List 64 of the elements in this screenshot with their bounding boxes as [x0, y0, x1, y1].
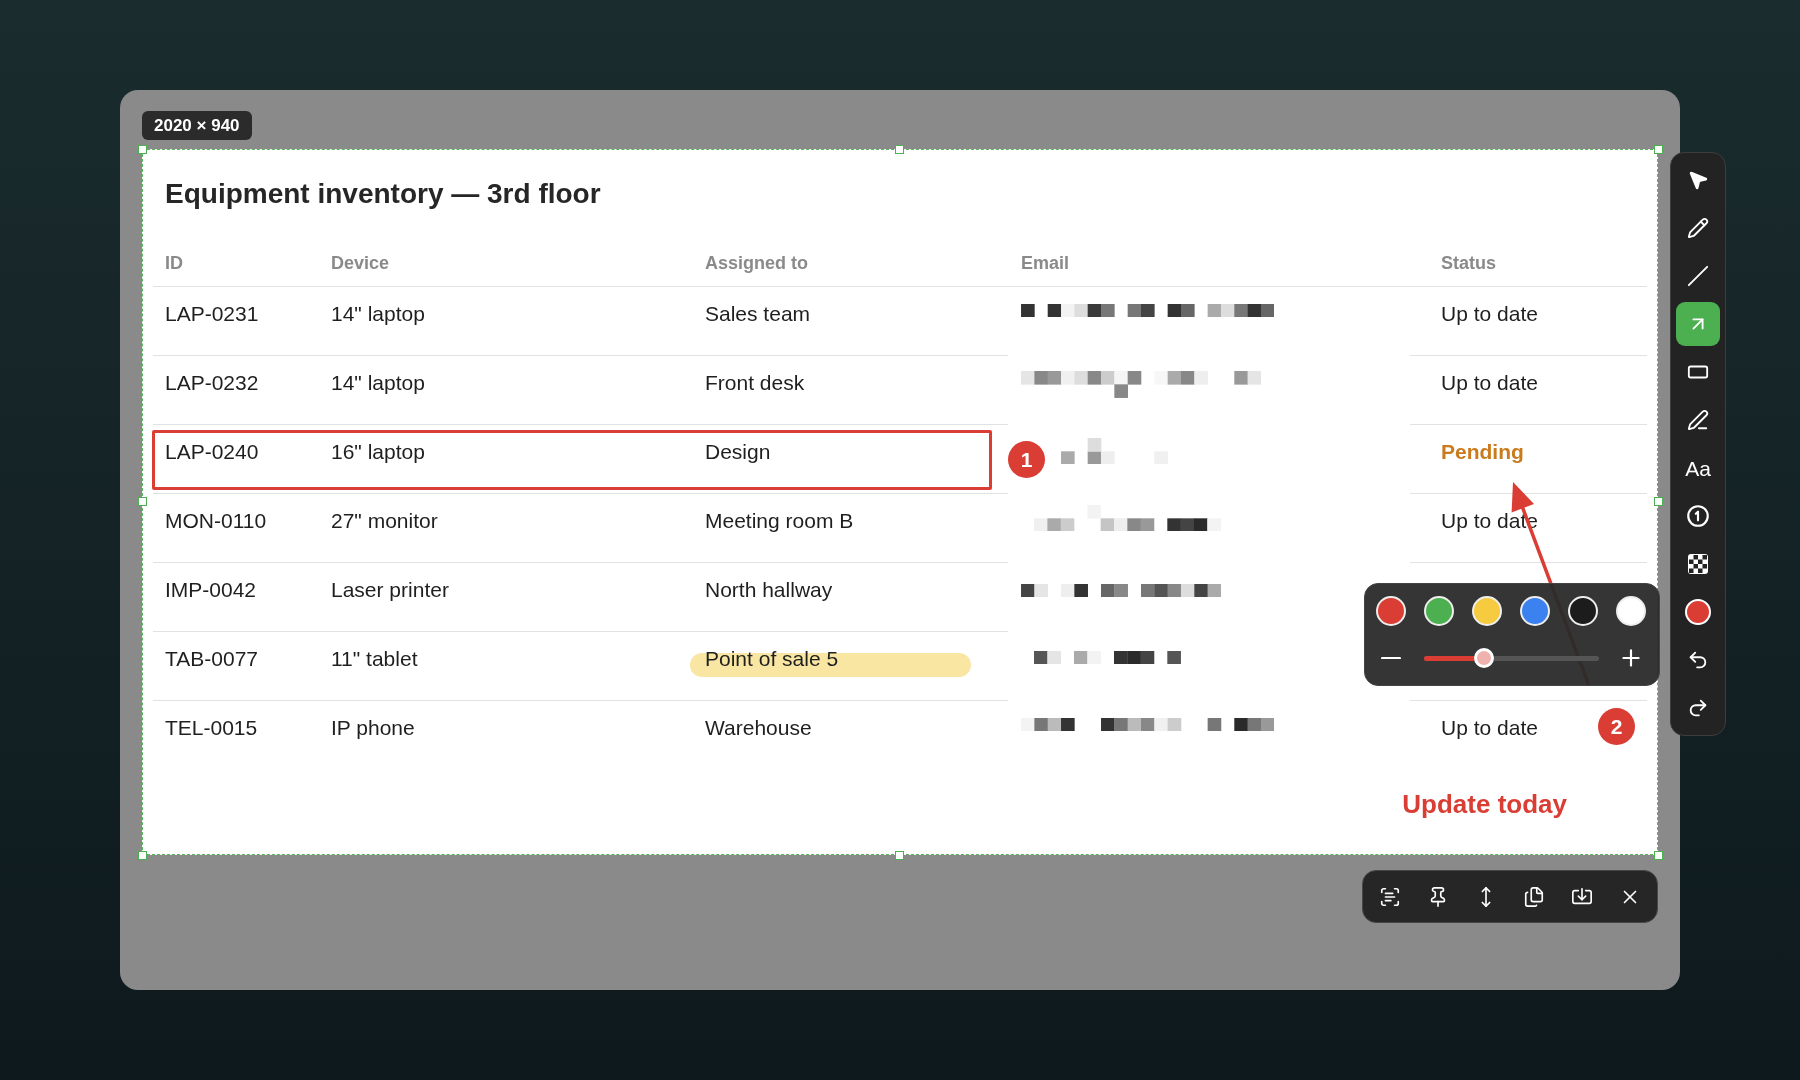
column-header: ID: [165, 253, 183, 273]
pen-icon: [1687, 409, 1709, 431]
color-swatch[interactable]: [1424, 596, 1454, 626]
resize-handle[interactable]: [895, 850, 904, 860]
asset-id: LAP-0231: [165, 302, 259, 325]
color-swatch[interactable]: [1520, 596, 1550, 626]
assignee-name: Front desk: [705, 371, 805, 394]
assignee-name: Meeting room B: [705, 509, 854, 532]
stroke-size-slider[interactable]: [1424, 648, 1599, 668]
color-swatch[interactable]: [1616, 596, 1646, 626]
scan-text-icon: [1379, 885, 1401, 908]
resize-handle[interactable]: [1653, 144, 1663, 154]
status-label: Up to date: [1441, 301, 1538, 327]
asset-id: TEL-0015: [165, 716, 258, 739]
slider-thumb[interactable]: [1473, 648, 1494, 668]
device-name: 16" laptop: [331, 440, 425, 463]
column-header: Assigned to: [705, 253, 808, 273]
document-title: Equipment inventory — 3rd floor: [164, 177, 602, 211]
number-marker: 2: [1598, 708, 1635, 745]
text-tool[interactable]: Aa: [1676, 446, 1720, 490]
size-badge: 2020 × 940: [142, 111, 252, 140]
device-name: 11" tablet: [331, 647, 418, 670]
number-marker: 1: [1008, 441, 1045, 478]
documents-icon: [1523, 885, 1545, 908]
device-name: 14" laptop: [331, 371, 425, 394]
resize-handle[interactable]: [1653, 497, 1663, 506]
resize-handle[interactable]: [1653, 850, 1663, 860]
column-header: Email: [1021, 253, 1070, 273]
status-label: Pending: [1441, 439, 1524, 465]
resize-handle[interactable]: [137, 497, 147, 506]
asset-id: IMP-0042: [165, 578, 257, 601]
color-swatch[interactable]: [1472, 596, 1502, 626]
pencil-icon: [1687, 217, 1709, 239]
asset-id: MON-0110: [165, 509, 267, 532]
redo-icon: [1687, 697, 1709, 719]
resize-handle[interactable]: [137, 850, 147, 860]
asset-id: LAP-0240: [165, 440, 259, 463]
column-header: Device: [331, 253, 390, 273]
asset-id: LAP-0232: [165, 371, 259, 394]
cursor-icon: [1687, 169, 1709, 191]
assignee-name: Design: [705, 440, 771, 463]
color-swatch[interactable]: [1568, 596, 1598, 626]
resize-handle[interactable]: [137, 144, 147, 154]
line-icon: [1687, 265, 1709, 287]
circled-one-icon: [1685, 503, 1711, 529]
minus-icon: [1381, 656, 1401, 660]
assignee-name: Warehouse: [705, 716, 812, 739]
device-name: IP phone: [331, 716, 415, 739]
resize-handle[interactable]: [895, 144, 904, 154]
assignee-name: Point of sale 5: [705, 647, 839, 670]
assignee-name: North hallway: [705, 578, 833, 601]
annotation-note: Update today: [1402, 788, 1567, 820]
device-name: 27" monitor: [331, 509, 438, 532]
device-name: Laser printer: [331, 578, 449, 601]
undo-icon: [1687, 649, 1709, 671]
status-label: Up to date: [1441, 370, 1538, 396]
status-label: Up to date: [1441, 715, 1538, 741]
checkerboard-icon: [1688, 554, 1708, 574]
arrow-tool[interactable]: [1676, 302, 1720, 346]
column-header: Status: [1441, 253, 1496, 273]
color-swatch[interactable]: [1376, 596, 1406, 626]
device-name: 14" laptop: [331, 302, 425, 325]
asset-id: TAB-0077: [165, 647, 258, 670]
assignee-name: Sales team: [705, 302, 811, 325]
